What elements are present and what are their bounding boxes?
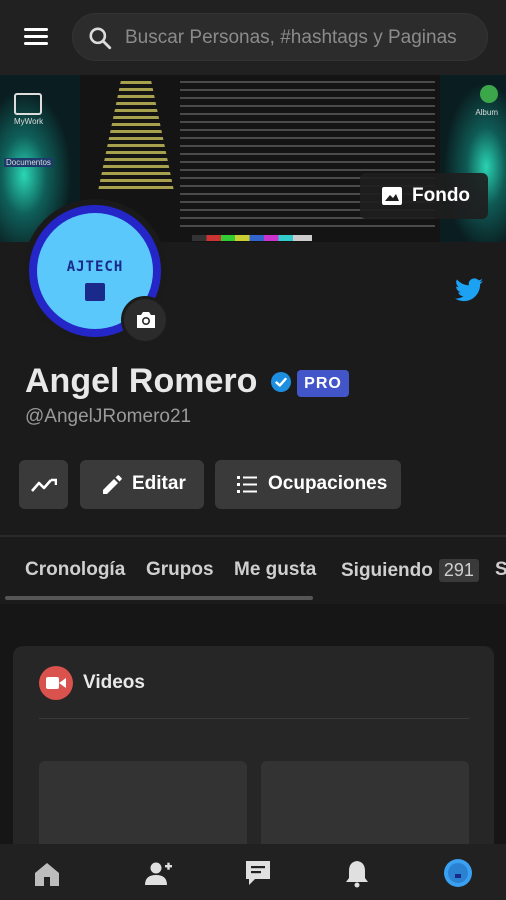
notifications-icon[interactable] [342,858,372,888]
divider [39,718,469,719]
tab-cronologia[interactable]: Cronología [25,559,125,581]
hamburger-menu-icon[interactable] [18,22,54,52]
following-count: 291 [438,559,479,582]
change-avatar-button[interactable] [121,296,169,344]
profile-handle: @AngelJRomero21 [25,406,192,427]
tab-siguiendo-label: Siguiendo [341,560,433,581]
profile-tabs: Cronología Grupos Me gusta Siguiendo 291 … [0,537,506,602]
edit-profile-button[interactable]: Editar [80,460,204,509]
image-icon [382,187,402,205]
terminal-icon [85,283,105,301]
videos-card: Videos [13,646,494,881]
activity-button[interactable] [19,460,68,509]
tab-siguiendo[interactable]: Siguiendo 291 [341,559,479,582]
tab-scroll-indicator [5,596,313,600]
occupations-button[interactable]: Ocupaciones [215,460,401,509]
search-input[interactable] [125,23,475,53]
twitter-icon[interactable] [455,277,483,303]
occupations-label: Ocupaciones [268,473,388,494]
videos-card-title: Videos [83,672,145,693]
tab-me-gusta[interactable]: Me gusta [234,559,316,581]
desktop-label: Album [475,108,498,117]
album-icon [480,85,498,103]
search-bar[interactable] [72,13,488,61]
top-bar [0,0,506,75]
home-icon[interactable] [32,858,62,888]
list-icon [237,476,257,493]
pencil-icon [103,475,122,494]
avatar-brand-text: AJTECH [66,259,124,275]
add-friend-icon[interactable] [143,858,173,888]
pro-badge: PRO [297,370,349,397]
messages-icon[interactable] [243,858,273,888]
change-cover-button[interactable]: Fondo [360,173,488,219]
profile-name: Angel Romero [25,362,258,400]
profile-page: MyWork Documentos Album Fondo AJTECH Ang… [0,0,506,900]
folder-icon [14,93,42,115]
tab-grupos[interactable]: Grupos [146,559,214,581]
verified-icon [271,372,291,392]
tab-more[interactable]: S [495,559,506,581]
trending-icon [31,478,57,492]
profile-icon[interactable] [443,858,473,888]
desktop-label: MyWork [14,117,44,126]
search-icon [89,27,112,50]
camera-icon [137,312,155,328]
change-cover-label: Fondo [412,185,471,206]
desktop-label: Documentos [4,158,53,167]
video-camera-icon [39,666,73,700]
bottom-navigation [0,844,506,900]
edit-profile-label: Editar [132,473,186,494]
